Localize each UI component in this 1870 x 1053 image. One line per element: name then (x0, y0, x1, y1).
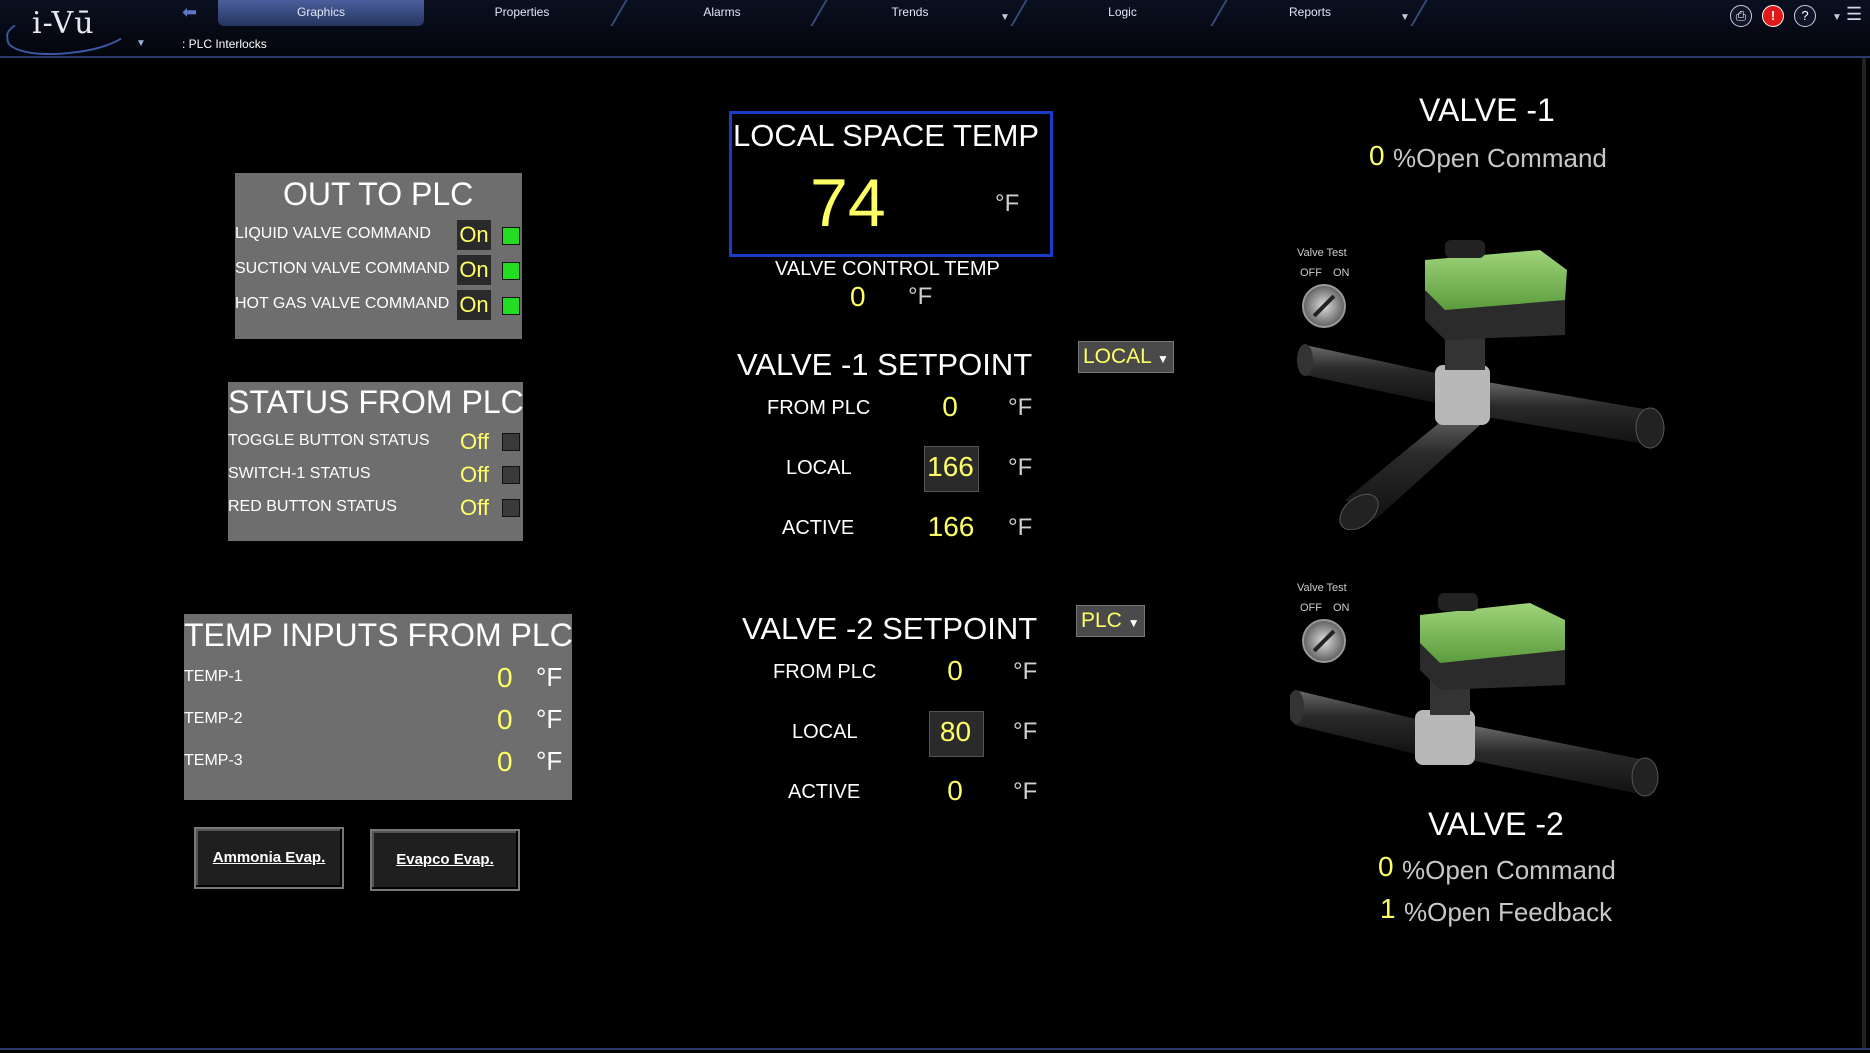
temp-inputs-title: TEMP INPUTS FROM PLC (184, 617, 573, 653)
temp-1-label: TEMP-1 (184, 668, 243, 685)
valve-1-from-plc-value: 0 (942, 391, 958, 422)
tab-graphics[interactable]: Graphics (218, 0, 424, 26)
print-icon[interactable]: ⎙ (1730, 5, 1752, 27)
valve-control-temp-value: 0 (850, 281, 866, 312)
trends-chevron-down-icon[interactable]: ▼ (1000, 12, 1010, 23)
valve-2-mode-select[interactable]: PLC ▼ (1076, 605, 1145, 637)
valve-control-temp-title: VALVE CONTROL TEMP (775, 258, 1000, 280)
valve-2-active-label: ACTIVE (788, 781, 861, 803)
valve-2-from-plc-unit: °F (1013, 658, 1038, 685)
temp-2-label: TEMP-2 (184, 710, 243, 727)
valve-1-cmd-value: 0 (1369, 140, 1385, 171)
valve-2-feedback-label: %Open Feedback (1404, 897, 1613, 927)
switch-1-status-label: SWITCH-1 STATUS (228, 465, 371, 482)
valve-1-local-value[interactable]: 166 (924, 451, 977, 483)
valve-2-from-plc-label: FROM PLC (773, 661, 877, 683)
valve-1-setpoint-title: VALVE -1 SETPOINT (737, 347, 1033, 382)
breadcrumb: : PLC Interlocks (182, 37, 267, 51)
suction-valve-command-label: SUCTION VALVE COMMAND (235, 260, 450, 277)
valve-control-temp-unit: °F (908, 283, 933, 310)
temp-1-value: 0 (497, 662, 513, 693)
tab-trends[interactable]: Trends (830, 0, 990, 26)
valve-2-2way-illustration (1290, 593, 1659, 797)
valve-2-active-unit: °F (1013, 778, 1038, 805)
tab-reports[interactable]: Reports (1230, 0, 1390, 26)
temp-3-label: TEMP-3 (184, 752, 243, 769)
toggle-button-status-value: Off (460, 429, 489, 454)
toggle-button-led-indicator (502, 433, 520, 451)
back-arrow-icon[interactable]: ⬅ (182, 2, 197, 23)
evapco-evap-button[interactable]: Evapco Evap. (370, 829, 520, 891)
temp-2-value: 0 (497, 704, 513, 735)
liquid-valve-command-label: LIQUID VALVE COMMAND (235, 225, 431, 242)
hot-gas-valve-led-indicator (502, 297, 520, 315)
valve-2-feedback-value: 1 (1380, 893, 1396, 924)
reports-chevron-down-icon[interactable]: ▼ (1400, 12, 1410, 23)
liquid-valve-led-indicator (502, 227, 520, 245)
valve-1-active-label: ACTIVE (782, 517, 855, 539)
valve-1-cmd-label: %Open Command (1393, 143, 1607, 173)
hot-gas-valve-command-value[interactable]: On (457, 290, 491, 320)
suction-valve-command-value[interactable]: On (457, 255, 491, 285)
tab-properties[interactable]: Properties (432, 0, 612, 26)
local-space-temp-title: LOCAL SPACE TEMP (733, 118, 1040, 153)
suction-valve-led-indicator (502, 262, 520, 280)
valve-2-local-value[interactable]: 80 (929, 716, 982, 748)
red-button-status-label: RED BUTTON STATUS (228, 498, 397, 515)
temp-1-unit: °F (536, 662, 563, 692)
help-icon[interactable]: ? (1794, 5, 1816, 27)
valve-2-active-value: 0 (947, 775, 963, 806)
valve-1-mode-value: LOCAL (1083, 345, 1152, 368)
valve-2-mode-value: PLC (1081, 609, 1122, 632)
liquid-valve-command-value[interactable]: On (457, 220, 491, 250)
valve-2-local-label: LOCAL (792, 721, 858, 743)
valve-2-from-plc-value: 0 (947, 655, 963, 686)
status-from-plc-title: STATUS FROM PLC (228, 384, 524, 420)
valve-1-3way-illustration (1297, 240, 1665, 530)
switch-1-status-value: Off (460, 462, 489, 487)
valve-2-setpoint-title: VALVE -2 SETPOINT (742, 611, 1038, 646)
valve-1-title: VALVE -1 (1419, 92, 1555, 128)
valve-1-from-plc-unit: °F (1008, 394, 1033, 421)
switch-1-led-indicator (502, 466, 520, 484)
valve-2-local-unit: °F (1013, 718, 1038, 745)
chevron-down-icon: ▼ (1156, 352, 1169, 366)
local-space-temp-value: 74 (810, 165, 886, 241)
toggle-button-status-label: TOGGLE BUTTON STATUS (228, 432, 430, 449)
valve-1-local-label: LOCAL (786, 457, 852, 479)
valve-2-title: VALVE -2 (1428, 806, 1564, 842)
temp-3-value: 0 (497, 746, 513, 777)
local-space-temp-unit: °F (995, 190, 1020, 217)
red-button-status-value: Off (460, 495, 489, 520)
alarm-alert-icon[interactable]: ! (1762, 5, 1784, 27)
valve-1-active-value: 166 (927, 511, 975, 542)
logo-menu-chevron-down-icon[interactable]: ▼ (136, 38, 146, 49)
red-button-led-indicator (502, 499, 520, 517)
vertical-scrollbar[interactable] (1862, 58, 1866, 1048)
menu-icon[interactable]: ☰ (1846, 4, 1862, 25)
app-logo[interactable]: i-Vū (32, 6, 95, 41)
tab-logic[interactable]: Logic (1040, 0, 1205, 26)
options-chevron-down-icon[interactable]: ▼ (1832, 12, 1842, 23)
valve-1-local-unit: °F (1008, 454, 1033, 481)
valve-1-active-unit: °F (1008, 514, 1033, 541)
valve-2-cmd-label: %Open Command (1402, 855, 1616, 885)
bottom-divider (0, 1048, 1870, 1050)
valve-1-mode-select[interactable]: LOCAL ▼ (1078, 341, 1174, 373)
valve-2-cmd-value: 0 (1378, 851, 1394, 882)
tab-alarms[interactable]: Alarms (632, 0, 812, 26)
temp-3-unit: °F (536, 746, 563, 776)
temp-2-unit: °F (536, 704, 563, 734)
chevron-down-icon: ▼ (1127, 616, 1140, 630)
out-to-plc-title: OUT TO PLC (283, 176, 474, 212)
ammonia-evap-button[interactable]: Ammonia Evap. (194, 827, 344, 889)
hot-gas-valve-command-label: HOT GAS VALVE COMMAND (235, 295, 450, 312)
valve-1-from-plc-label: FROM PLC (767, 397, 871, 419)
